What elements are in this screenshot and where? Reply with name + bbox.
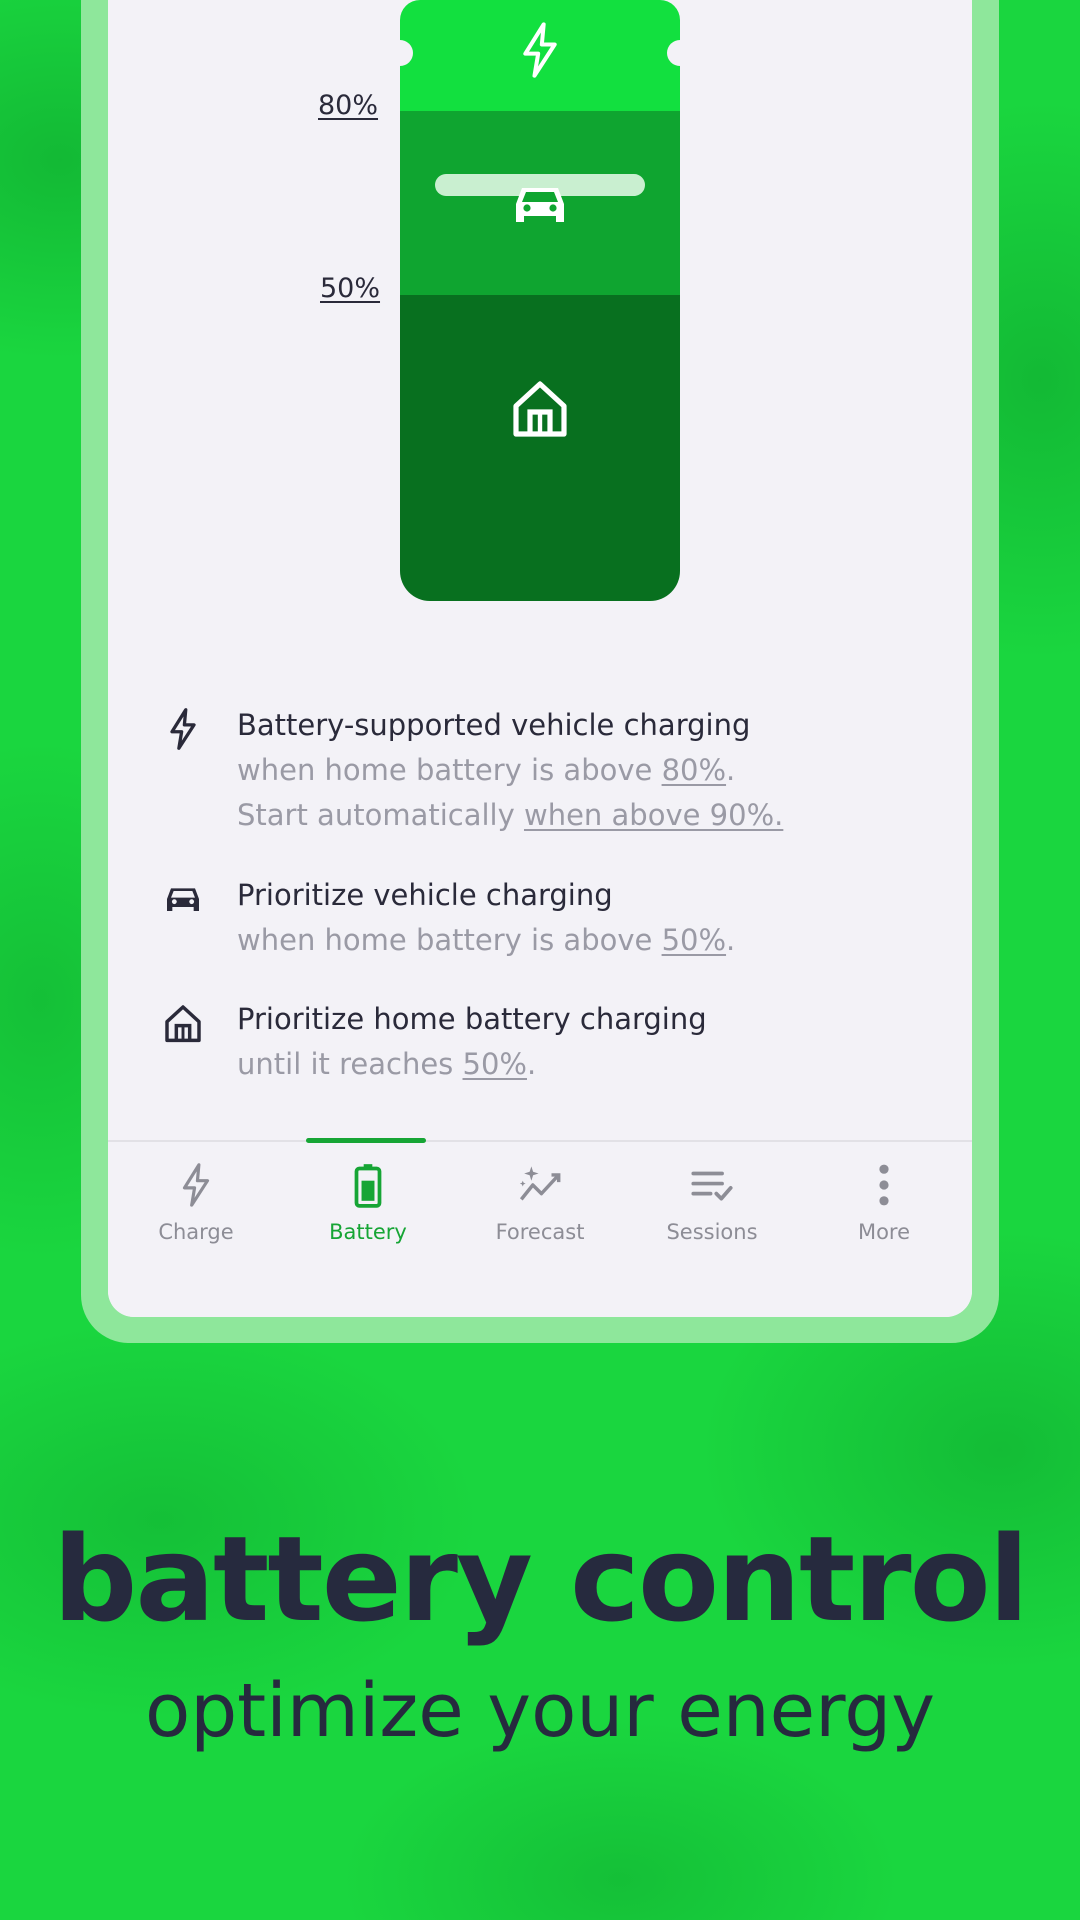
- nav-active-indicator: [306, 1138, 426, 1143]
- bolt-icon: [170, 708, 196, 750]
- nav-item-more[interactable]: More: [798, 1162, 970, 1244]
- bottom-navigation: Charge Battery Forecast Sessions More: [108, 1138, 972, 1317]
- forecast-sparkle-icon: [519, 1166, 561, 1201]
- car-icon: [516, 188, 564, 222]
- home-icon: [165, 1005, 201, 1043]
- promo-subline: optimize your energy: [144, 1668, 936, 1754]
- nav-label: More: [857, 1220, 911, 1244]
- nav-item-battery[interactable]: Battery: [282, 1162, 454, 1244]
- promo-headline: battery control: [52, 1510, 1029, 1648]
- legend-text: until it reaches: [237, 1047, 463, 1081]
- legend-threshold-value[interactable]: 50%: [662, 923, 726, 957]
- battery-level-50-label[interactable]: 50%: [320, 273, 380, 304]
- legend-threshold-value[interactable]: 50%: [463, 1047, 527, 1081]
- legend-item-battery-supported[interactable]: Battery-supported vehicle charging when …: [163, 703, 943, 838]
- bolt-icon: [523, 22, 557, 78]
- legend-text: .: [726, 753, 736, 787]
- nav-label: Forecast: [495, 1220, 585, 1244]
- legend-text: when home battery is above: [237, 923, 662, 957]
- legend-text: .: [726, 923, 736, 957]
- battery-level-80-label[interactable]: 80%: [318, 90, 378, 121]
- auto-start-threshold-link[interactable]: when above 90%.: [524, 798, 783, 832]
- nav-item-sessions[interactable]: Sessions: [626, 1162, 798, 1244]
- bolt-icon: [182, 1163, 210, 1207]
- battery-icon: [354, 1164, 382, 1208]
- home-icon: [513, 381, 567, 437]
- legend-threshold-value[interactable]: 80%: [662, 753, 726, 787]
- nav-label: Sessions: [666, 1220, 758, 1244]
- battery-segment-home-priority: [400, 295, 680, 601]
- battery-notch-left: [387, 40, 413, 66]
- nav-item-charge[interactable]: Charge: [110, 1162, 282, 1244]
- nav-item-forecast[interactable]: Forecast: [454, 1162, 626, 1244]
- legend-title: Battery-supported vehicle charging: [237, 708, 751, 742]
- nav-label: Charge: [158, 1220, 234, 1244]
- car-icon: [167, 888, 199, 911]
- battery-graphic: [387, 0, 693, 601]
- more-vertical-icon: [879, 1164, 889, 1206]
- legend-text: .: [526, 1047, 537, 1081]
- legend-title: Prioritize home battery charging: [237, 1002, 707, 1036]
- battery-notch-right: [667, 40, 693, 66]
- legend-item-vehicle-priority[interactable]: Prioritize vehicle charging when home ba…: [163, 873, 943, 963]
- list-check-icon: [691, 1171, 733, 1201]
- legend-title: Prioritize vehicle charging: [237, 878, 613, 912]
- app-screen: 80% 50% Battery-supported vehicle chargi…: [108, 0, 972, 1317]
- legend-text: when home battery is above: [237, 753, 662, 787]
- legend-item-home-priority[interactable]: Prioritize home battery charging until i…: [163, 997, 943, 1087]
- nav-label: Battery: [329, 1220, 407, 1244]
- legend-text: Start automatically: [237, 798, 524, 832]
